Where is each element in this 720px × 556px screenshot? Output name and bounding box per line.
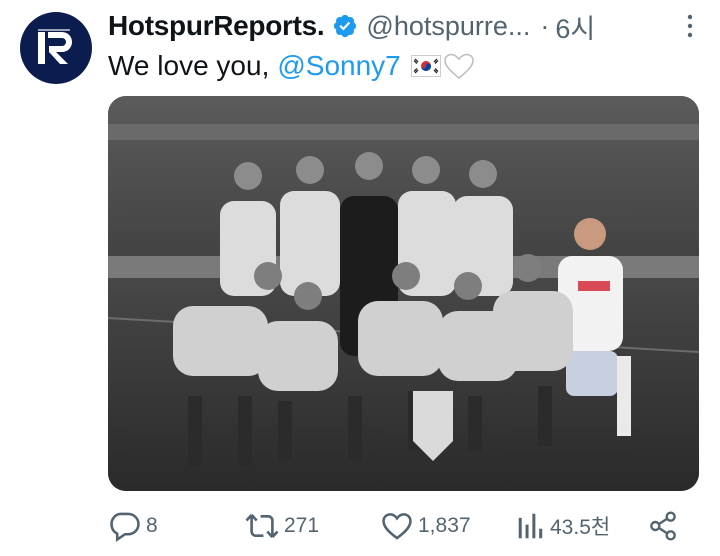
analytics-icon: [518, 513, 543, 539]
like-count: 1,837: [418, 514, 471, 537]
more-options-icon[interactable]: [678, 12, 702, 40]
heart-icon: [382, 513, 412, 540]
mention-link[interactable]: @Sonny7: [277, 50, 400, 82]
hotspurreports-logo-icon: [38, 29, 72, 64]
verified-badge-icon[interactable]: [332, 13, 358, 39]
tweet-text: We love you, @Sonny7: [108, 50, 475, 82]
tweet-photo[interactable]: [108, 96, 699, 491]
tweet-actions: 8 271 1,837 43.5천: [108, 506, 699, 546]
avatar[interactable]: [20, 12, 92, 84]
retweet-icon: [245, 514, 279, 538]
views-button[interactable]: 43.5천: [516, 506, 610, 546]
tweet-body-text: We love you,: [108, 50, 270, 81]
share-button[interactable]: [648, 506, 680, 546]
separator-dot: ·: [540, 10, 550, 41]
white-heart-icon: [443, 53, 474, 80]
retweet-button[interactable]: 271: [244, 506, 319, 546]
view-count: 43.5천: [550, 516, 611, 539]
south-korea-flag-icon: [410, 55, 441, 77]
share-icon: [650, 511, 676, 541]
retweet-count: 271: [284, 514, 320, 537]
reply-icon: [110, 512, 140, 543]
like-button[interactable]: 1,837: [380, 506, 471, 546]
reply-count: 8: [146, 514, 158, 537]
tweet-time[interactable]: 6시: [555, 7, 595, 46]
team-photo: [108, 96, 699, 491]
author-handle[interactable]: @hotspurre...: [366, 11, 530, 42]
tweet-header: HotspurReports. @hotspurre... · 6시: [108, 8, 702, 44]
author-name[interactable]: HotspurReports.: [108, 10, 325, 42]
reply-button[interactable]: 8: [108, 506, 158, 546]
